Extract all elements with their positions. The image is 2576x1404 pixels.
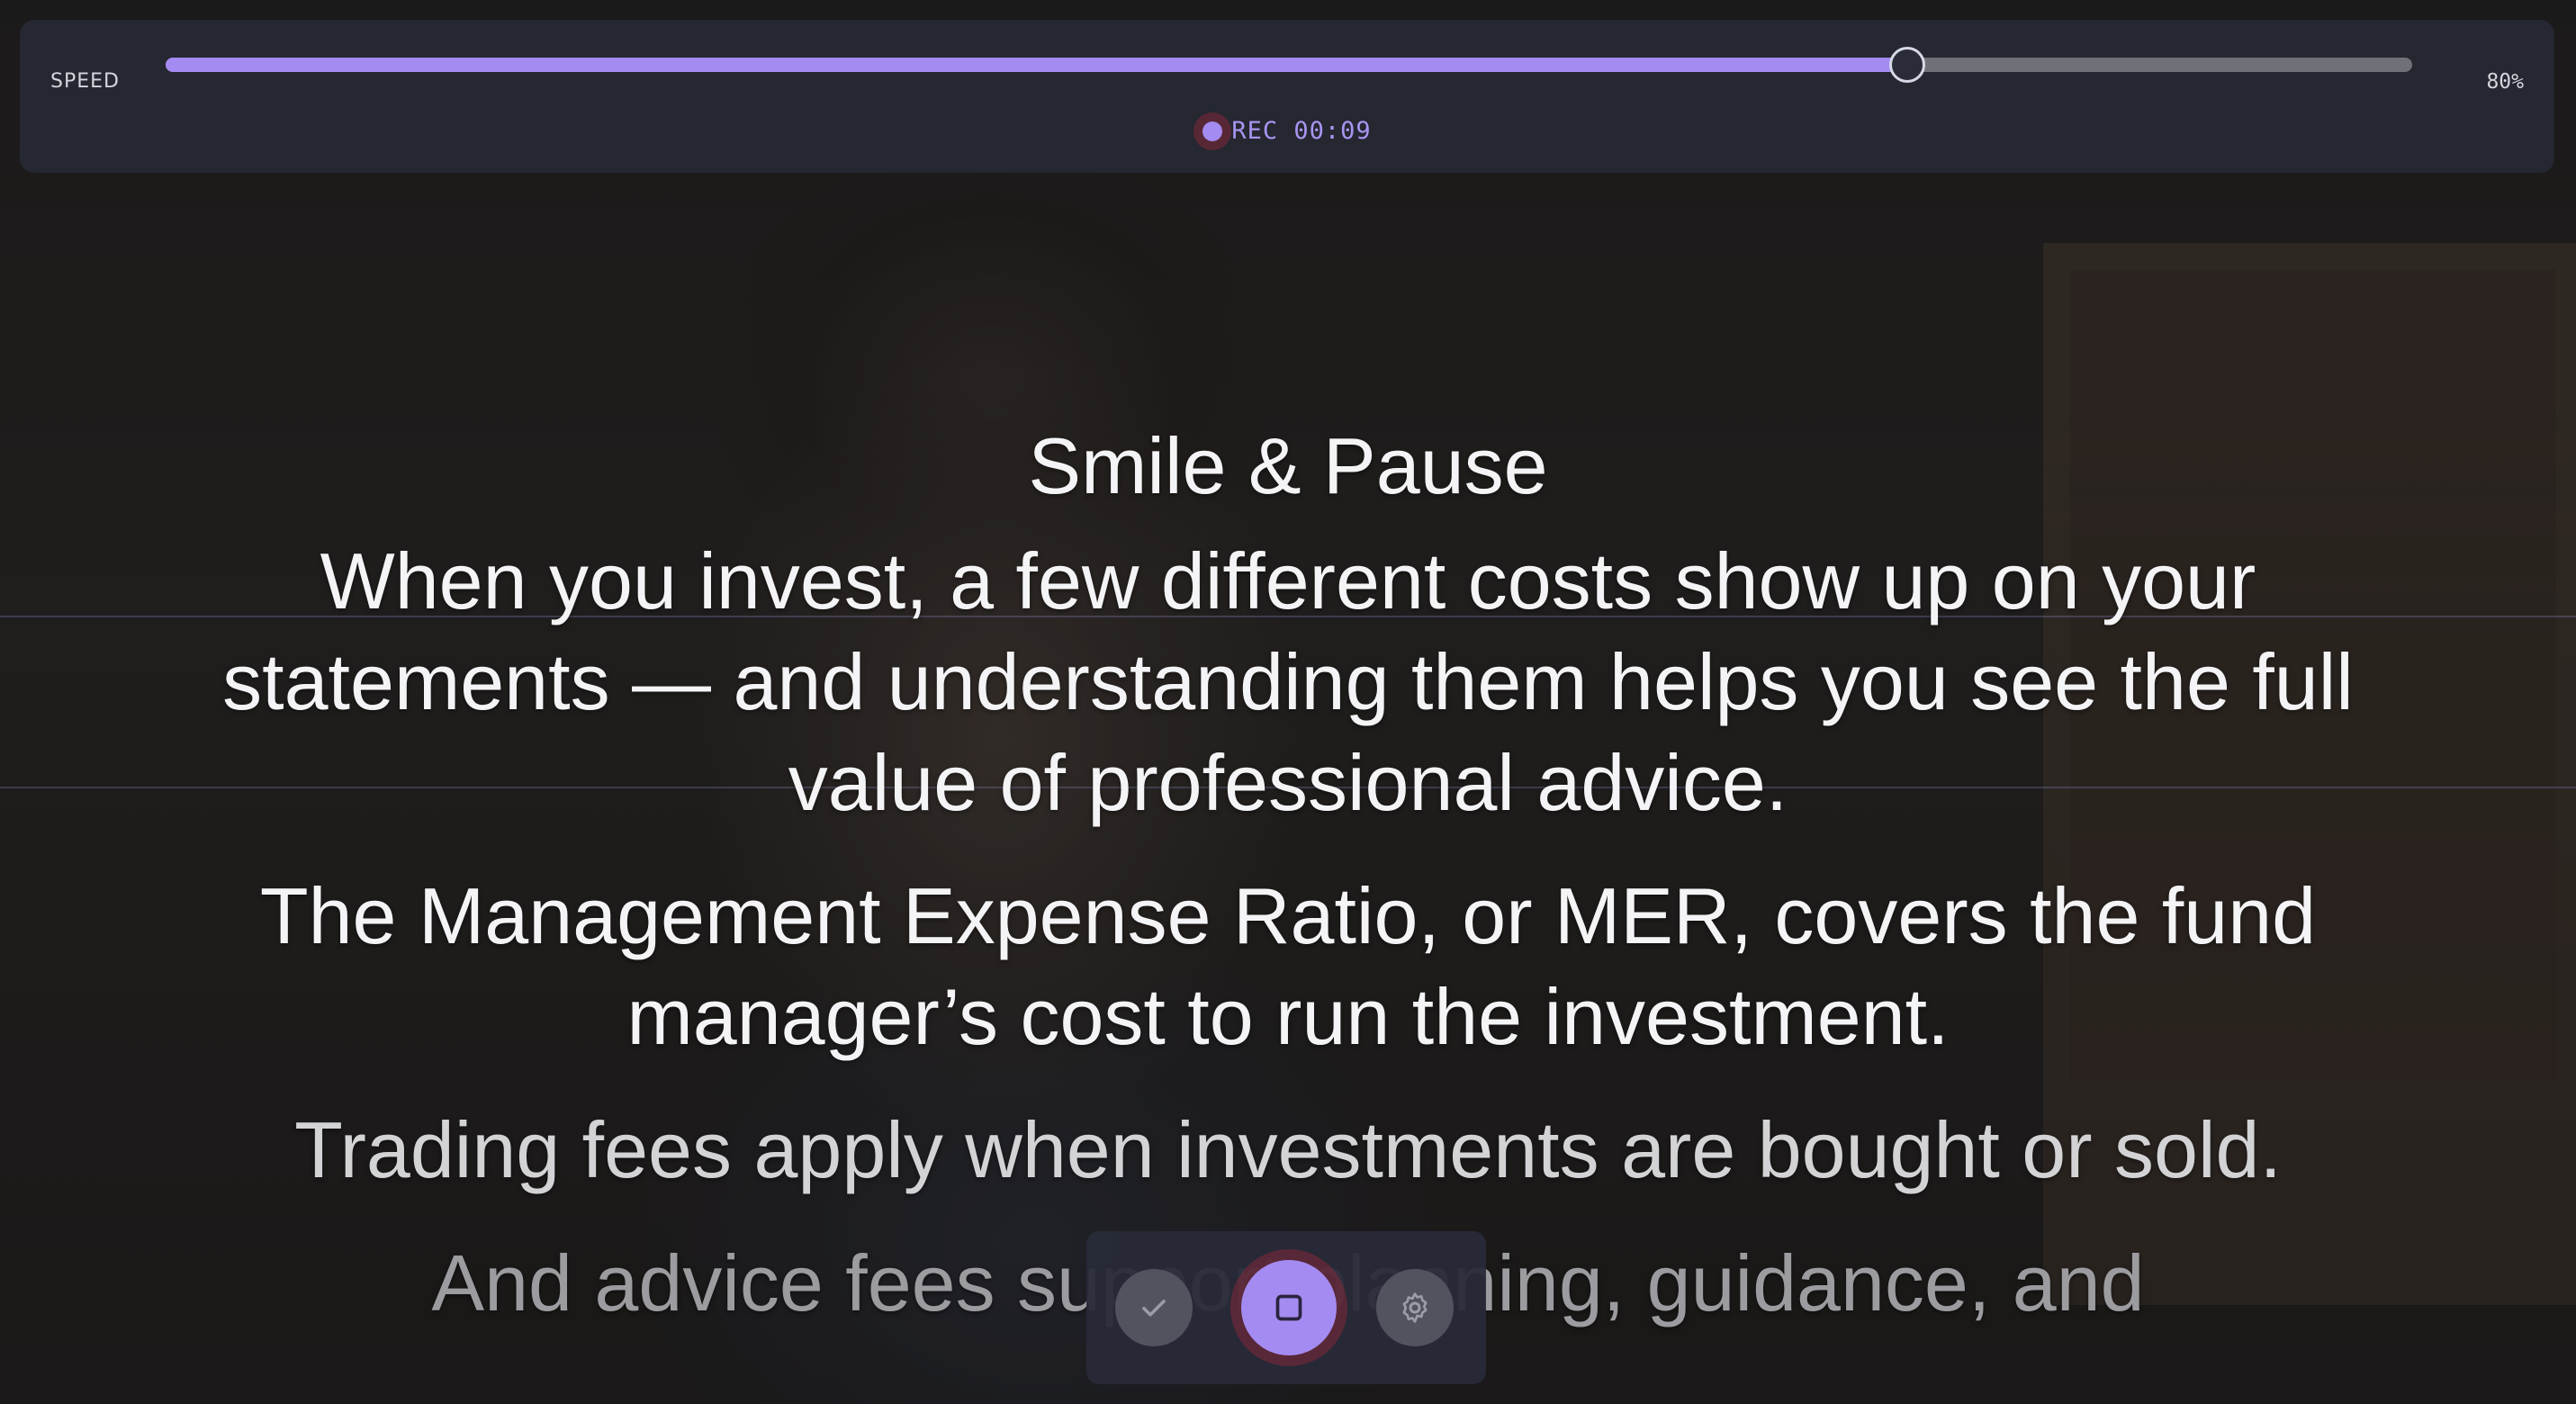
check-icon xyxy=(1142,1300,1166,1317)
recording-status: REC 00:09 xyxy=(20,117,2554,162)
confirm-button[interactable] xyxy=(1115,1269,1193,1346)
recording-timer: REC 00:09 xyxy=(1231,117,1372,145)
speed-control-bar: SPEED 80% REC 00:09 xyxy=(20,20,2554,173)
speed-slider[interactable] xyxy=(166,47,2412,83)
record-dot-icon xyxy=(1202,121,1223,141)
teleprompter-script: Smile & Pause When you invest, a few dif… xyxy=(162,414,2414,1366)
script-paragraph: When you invest, a few different costs s… xyxy=(222,536,2354,827)
script-paragraph: Trading fees apply when investments are … xyxy=(294,1105,2282,1194)
script-paragraph: The Management Expense Ratio, or MER, co… xyxy=(259,871,2317,1061)
settings-button[interactable] xyxy=(1376,1269,1454,1346)
stop-recording-button[interactable] xyxy=(1241,1260,1337,1355)
speed-label: SPEED xyxy=(50,70,120,93)
speed-value: 80% xyxy=(2486,70,2524,94)
recording-controls xyxy=(1086,1231,1486,1384)
speed-slider-thumb[interactable] xyxy=(1889,47,1926,83)
stop-icon xyxy=(1275,1294,1302,1321)
script-title: Smile & Pause xyxy=(1028,421,1548,510)
speed-slider-fill xyxy=(166,58,1907,72)
gear-icon xyxy=(1402,1292,1428,1323)
